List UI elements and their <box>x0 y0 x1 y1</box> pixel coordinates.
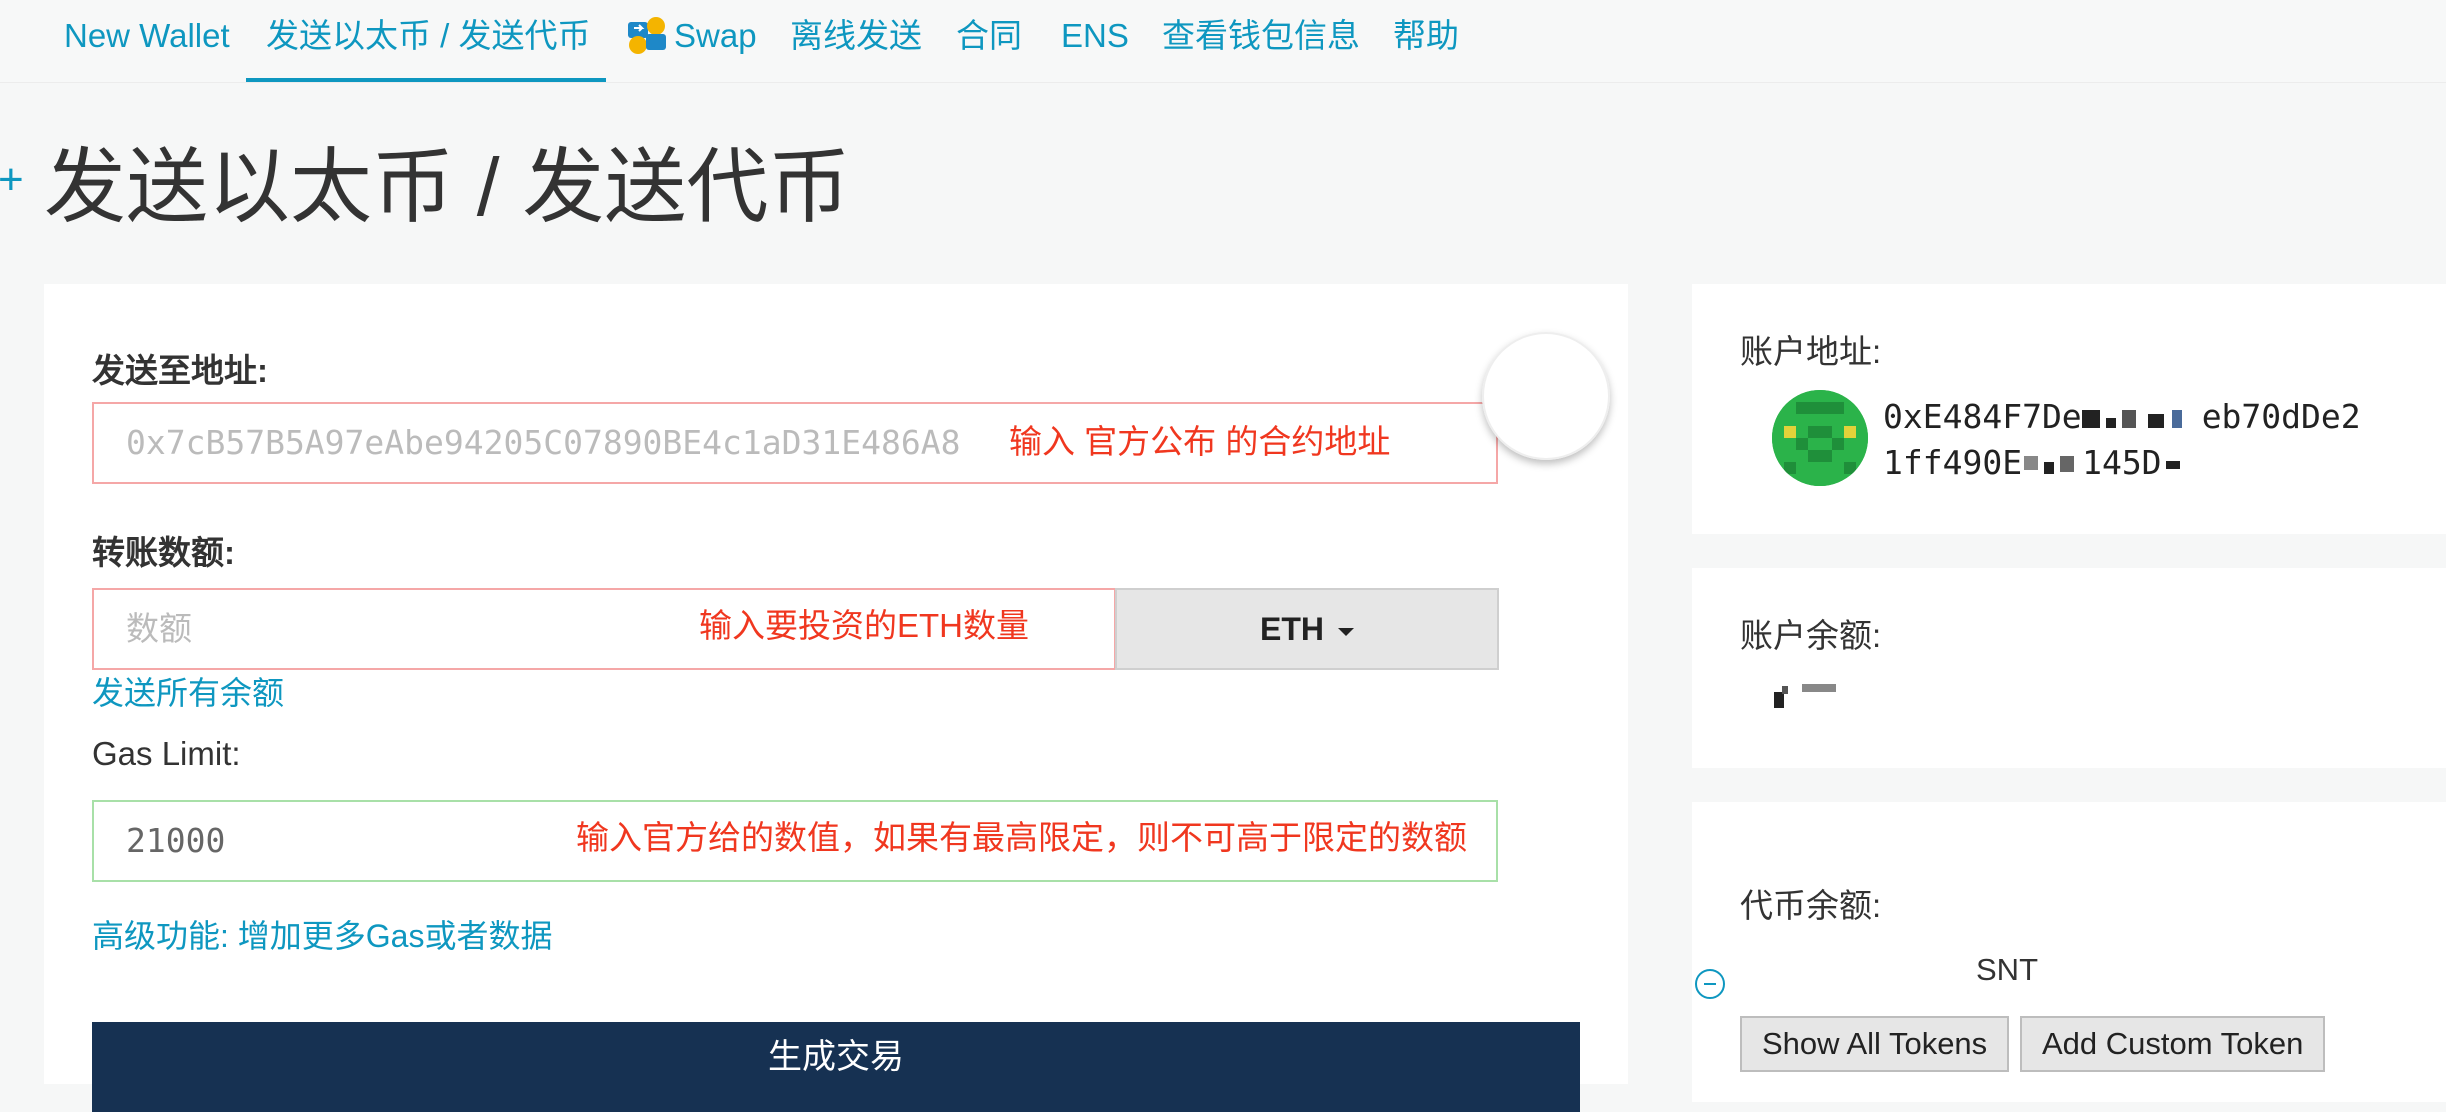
send-form-card: 发送至地址: 0x7cB57B5A97eAbe94205C07890BE4c1a… <box>44 284 1628 1112</box>
amount-placeholder: 数额 <box>126 610 192 647</box>
collapse-minus-icon[interactable] <box>1695 969 1725 999</box>
active-tab-underline <box>246 78 606 82</box>
unit-label: ETH <box>1260 611 1324 647</box>
token-balance-card: 代币余额: SNT Show All Tokens Add Custom Tok… <box>1692 802 2446 1102</box>
page-title: 发送以太币 / 发送代币 <box>44 142 851 233</box>
show-all-tokens-button[interactable]: Show All Tokens <box>1740 1016 2010 1072</box>
account-address-label: 账户地址: <box>1740 333 1882 370</box>
address-line1-start: 0xE484F7De <box>1883 397 2082 436</box>
token-symbol: SNT <box>1976 952 2038 987</box>
address-redacted-3 <box>2165 460 2180 469</box>
to-address-annotation: 输入 官方公布 的合约地址 <box>1009 423 1391 460</box>
gas-limit-annotation: 输入官方给的数值，如果有最高限定，则不可高于限定的数额 <box>576 819 1467 856</box>
token-buttons: Show All Tokens Add Custom Token <box>1740 1016 2446 1072</box>
amount-label: 转账数额: <box>92 534 235 571</box>
token-balance-label: 代币余额: <box>1740 887 1882 924</box>
nav-help[interactable]: 帮助 <box>1393 14 1459 58</box>
nav-view-wallet[interactable]: 查看钱包信息 <box>1162 14 1360 58</box>
to-address-label: 发送至地址: <box>92 352 268 389</box>
nav-contracts[interactable]: 合同 <box>956 14 1022 58</box>
nav-swap-label: Swap <box>674 17 757 54</box>
amount-annotation: 输入要投资的ETH数量 <box>699 607 1029 644</box>
nav-send-ether[interactable]: 发送以太币 / 发送代币 <box>266 14 591 58</box>
address-line2-start: 1ff490E <box>1883 443 2023 482</box>
account-balance-label: 账户余额: <box>1740 617 1882 654</box>
address-redacted-2 <box>2022 450 2082 480</box>
account-address-line1: 0xE484F7De eb70dDe2 <box>1883 394 2361 440</box>
account-address-line2: 1ff490E 145D <box>1883 440 2180 486</box>
address-line2-end: 145D <box>2082 443 2162 482</box>
gas-limit-label: Gas Limit: <box>92 735 241 772</box>
address-line1-end: eb70dDe2 <box>2201 397 2361 436</box>
unit-dropdown[interactable]: ETH <box>1115 588 1499 670</box>
send-entire-balance-link[interactable]: 发送所有余额 <box>92 673 284 713</box>
top-nav: New Wallet 发送以太币 / 发送代币 Swap 离线发送 合同 ENS… <box>0 0 2446 83</box>
add-custom-token-button[interactable]: Add Custom Token <box>2020 1016 2326 1072</box>
gas-limit-value: 21000 <box>126 821 226 860</box>
account-identicon <box>1772 390 1868 486</box>
nav-ens[interactable]: ENS <box>1061 14 1129 58</box>
swap-icon <box>626 14 668 56</box>
generate-transaction-button[interactable]: 生成交易 <box>92 1022 1580 1112</box>
nav-offline[interactable]: 离线发送 <box>790 14 922 58</box>
nav-swap[interactable]: Swap <box>626 14 757 58</box>
account-address-card: 账户地址: 0xE484F7De eb70dDe2 1ff490E 145D <box>1692 284 2446 534</box>
balance-redacted <box>1772 680 1852 710</box>
address-redacted-1 <box>2081 404 2202 434</box>
nav-new-wallet[interactable]: New Wallet <box>64 14 230 58</box>
expand-plus-icon[interactable]: + <box>0 158 24 202</box>
advanced-options-link[interactable]: 高级功能: 增加更多Gas或者数据 <box>92 916 552 956</box>
to-address-placeholder: 0x7cB57B5A97eAbe94205C07890BE4c1aD31E486… <box>126 423 961 462</box>
address-identicon-placeholder <box>1482 332 1610 460</box>
account-balance-card: 账户余额: <box>1692 568 2446 768</box>
caret-down-icon <box>1338 627 1354 636</box>
